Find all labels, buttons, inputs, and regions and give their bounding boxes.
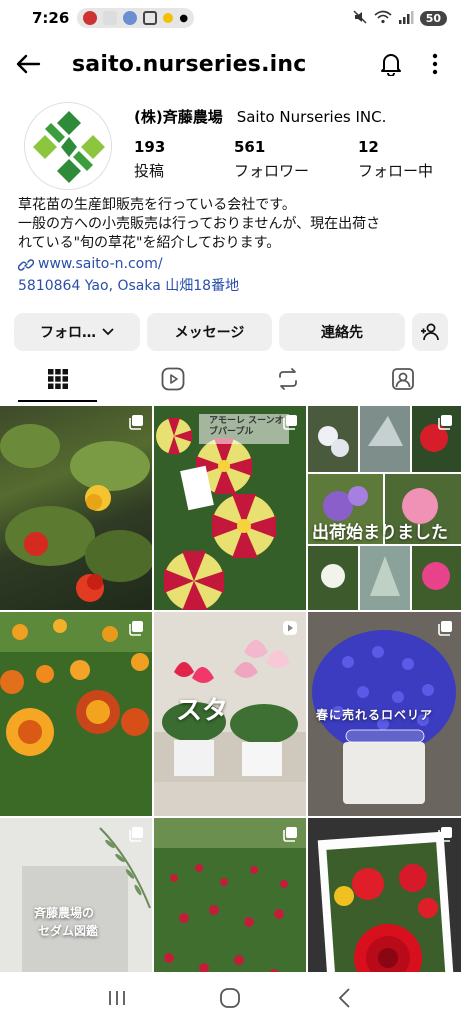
profile-actions: フォロ… メッセージ 連絡先 bbox=[14, 313, 448, 351]
message-button[interactable]: メッセージ bbox=[147, 313, 272, 351]
home-icon bbox=[220, 988, 241, 1008]
app-notification-icon bbox=[83, 11, 98, 25]
post-thumbnail[interactable] bbox=[0, 406, 152, 610]
post-thumbnail[interactable] bbox=[0, 612, 152, 816]
post-thumbnail[interactable]: 出荷始まりました bbox=[308, 406, 461, 610]
reel-icon bbox=[283, 621, 297, 635]
carousel-icon bbox=[438, 827, 452, 842]
profile-stats: 193 投稿 561 フォロワー 12 フォロー中 bbox=[134, 138, 458, 181]
website-url: www.saito-n.com/ bbox=[38, 256, 163, 272]
link-icon bbox=[18, 258, 34, 271]
carousel-icon bbox=[283, 415, 297, 430]
display-name: (株)斉藤農場 Saito Nurseries INC. bbox=[134, 106, 400, 127]
posts-grid: アモーレ スーンオブパープル 出荷始まりました スタ 春に売れるロベリア 斉藤農… bbox=[0, 406, 461, 972]
carousel-icon bbox=[129, 827, 143, 842]
tab-tagged[interactable] bbox=[346, 356, 461, 402]
more-options-button[interactable] bbox=[423, 50, 447, 78]
begonia-photo bbox=[0, 424, 152, 602]
system-back-button[interactable] bbox=[324, 983, 364, 1013]
contact-button[interactable]: 連絡先 bbox=[279, 313, 405, 351]
home-button[interactable] bbox=[210, 983, 250, 1013]
recent-apps-icon bbox=[108, 991, 125, 1005]
notification-icons: ● bbox=[77, 8, 195, 28]
tagged-person-icon bbox=[392, 368, 415, 390]
website-link[interactable]: www.saito-n.com/ bbox=[18, 255, 448, 274]
carousel-icon bbox=[438, 621, 452, 636]
reels-icon bbox=[161, 367, 185, 391]
news-icon bbox=[143, 11, 158, 25]
post-overlay-text: アモーレ スーンオブパープル bbox=[209, 416, 284, 437]
post-thumbnail[interactable]: スタ bbox=[154, 612, 306, 816]
post-thumbnail[interactable] bbox=[154, 818, 306, 972]
bluetooth-icon bbox=[123, 11, 138, 25]
post-overlay-text: スタ bbox=[176, 696, 229, 726]
address-link[interactable]: 5810864 Yao, Osaka 山畑18番地 bbox=[18, 277, 448, 296]
following-button-label: フォロ… bbox=[40, 325, 96, 341]
back-button[interactable] bbox=[14, 50, 42, 78]
content-tabs bbox=[0, 356, 461, 402]
post-thumbnail[interactable]: アモーレ スーンオブパープル bbox=[154, 406, 306, 610]
post-overlay-text: 斉藤農場の bbox=[34, 906, 95, 920]
tab-reels[interactable] bbox=[115, 356, 230, 402]
posts-label: 投稿 bbox=[134, 162, 165, 180]
posts-stat[interactable]: 193 投稿 bbox=[134, 138, 234, 181]
carousel-icon bbox=[129, 621, 143, 636]
carousel-icon bbox=[129, 415, 143, 430]
followers-label: フォロワー bbox=[234, 162, 310, 180]
chevron-down-icon bbox=[102, 328, 114, 336]
post-overlay-text: 出荷始まりました bbox=[312, 523, 448, 543]
profile-username: saito.nurseries.inc bbox=[72, 51, 307, 77]
avatar[interactable] bbox=[24, 102, 112, 190]
marigold-photo bbox=[0, 612, 152, 816]
profile-bio: 草花苗の生産卸販売を行っている会社です。 一般の方への小売販売は行っておりません… bbox=[18, 196, 448, 296]
system-icons: 50 bbox=[352, 9, 447, 28]
tab-posts-grid[interactable] bbox=[0, 356, 115, 402]
status-bar: 7:26 ● 50 bbox=[0, 0, 461, 36]
saito-logo-icon bbox=[25, 103, 111, 189]
grid-icon bbox=[47, 369, 68, 389]
mute-icon bbox=[352, 9, 368, 28]
arrow-left-icon bbox=[16, 54, 41, 74]
following-count: 12 bbox=[358, 138, 379, 156]
system-navigation-bar bbox=[0, 972, 461, 1024]
bio-line: 草花苗の生産卸販売を行っている会社です。 bbox=[18, 197, 296, 213]
carousel-icon bbox=[438, 415, 452, 430]
following-label: フォロー中 bbox=[358, 162, 434, 180]
posts-count: 193 bbox=[134, 138, 166, 156]
bell-icon bbox=[381, 54, 401, 76]
more-vertical-icon bbox=[432, 53, 438, 75]
post-thumbnail[interactable]: 春に売れるロベリア bbox=[308, 612, 461, 816]
following-stat[interactable]: 12 フォロー中 bbox=[358, 138, 458, 181]
post-overlay-text: セダム図鑑 bbox=[38, 924, 99, 938]
wifi-icon bbox=[374, 10, 392, 27]
post-thumbnail[interactable]: 斉藤農場の セダム図鑑 bbox=[0, 818, 152, 972]
more-dot-icon: ● bbox=[179, 12, 189, 24]
followers-stat[interactable]: 561 フォロワー bbox=[234, 138, 358, 181]
suggested-users-button[interactable] bbox=[412, 313, 448, 351]
repost-icon bbox=[279, 368, 298, 390]
weather-icon bbox=[163, 13, 174, 23]
flower-collage-photo bbox=[308, 406, 461, 610]
bio-line: 一般の方への小売販売は行っておりませんが、現在出荷さ bbox=[18, 216, 381, 232]
recent-apps-button[interactable] bbox=[97, 983, 137, 1013]
signal-icon bbox=[398, 10, 414, 27]
followers-count: 561 bbox=[234, 138, 266, 156]
display-name-en: Saito Nurseries INC. bbox=[236, 108, 387, 126]
status-time: 7:26 bbox=[32, 9, 70, 27]
post-thumbnail[interactable] bbox=[308, 818, 461, 972]
following-button[interactable]: フォロ… bbox=[14, 313, 140, 351]
notifications-button[interactable] bbox=[377, 50, 405, 78]
add-person-icon bbox=[421, 323, 439, 341]
carousel-icon bbox=[283, 827, 297, 842]
bio-line: れている"旬の草花"を紹介しております。 bbox=[18, 235, 281, 251]
line-notification-icon bbox=[103, 11, 118, 25]
chevron-left-icon bbox=[338, 988, 350, 1008]
profile-header: saito.nurseries.inc bbox=[0, 40, 461, 88]
post-overlay-text: 春に売れるロベリア bbox=[316, 708, 434, 722]
battery-indicator: 50 bbox=[419, 10, 447, 26]
display-name-jp: (株)斉藤農場 bbox=[134, 108, 223, 126]
tab-reposts[interactable] bbox=[231, 356, 346, 402]
profile-summary: (株)斉藤農場 Saito Nurseries INC. 193 投稿 561 フ… bbox=[18, 100, 448, 196]
